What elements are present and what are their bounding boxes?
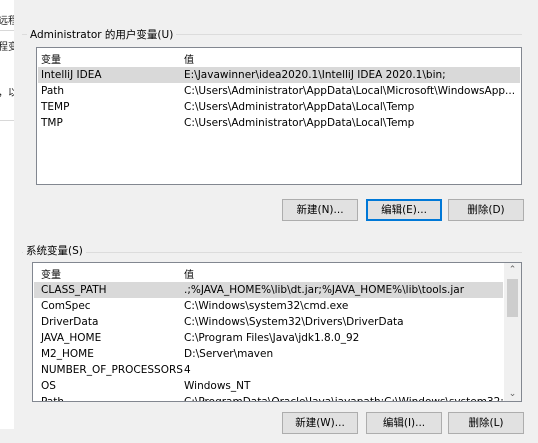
system-variable-row[interactable]: CLASS_PATH .;%JAVA_HOME%\lib\dt.jar;%JAV… xyxy=(34,282,503,298)
system-delete-button[interactable]: 删除(L) xyxy=(448,412,524,434)
user-variable-row[interactable]: Path C:\Users\Administrator\AppData\Loca… xyxy=(38,83,520,99)
system-variable-row[interactable]: NUMBER_OF_PROCESSORS 4 xyxy=(34,362,503,378)
variable-value: E:\Javawinner\idea2020.1\IntelliJ IDEA 2… xyxy=(184,69,446,81)
variable-name: DriverData xyxy=(41,316,99,328)
scroll-up-icon[interactable]: ⌃ xyxy=(504,263,521,277)
variable-name: TEMP xyxy=(41,101,70,113)
environment-variables-dialog: Administrator 的用户变量(U) 变量 值 IntelliJ IDE… xyxy=(14,0,538,434)
variable-value: C:\Users\Administrator\AppData\Local\Tem… xyxy=(184,101,415,113)
system-variable-row[interactable]: M2_HOME D:\Server\maven xyxy=(34,346,503,362)
variable-value: C:\Program Files\Java\jdk1.8.0_92 xyxy=(184,332,360,344)
system-new-button[interactable]: 新建(W)... xyxy=(282,412,358,434)
system-variable-row[interactable]: DriverData C:\Windows\System32\Drivers\D… xyxy=(34,314,503,330)
variable-name: TMP xyxy=(41,117,63,129)
user-variables-header[interactable]: 变量 值 xyxy=(37,48,521,66)
variable-name: Path xyxy=(41,85,65,97)
variable-name: ComSpec xyxy=(41,300,91,312)
variable-value: C:\ProgramData\Oracle\Java\javapath;C:\W… xyxy=(184,396,503,402)
variable-name: NUMBER_OF_PROCESSORS xyxy=(41,364,183,376)
system-variable-row[interactable]: JAVA_HOME C:\Program Files\Java\jdk1.8.0… xyxy=(34,330,503,346)
user-variables-list[interactable]: 变量 值 IntelliJ IDEA E:\Javawinner\idea202… xyxy=(36,47,522,185)
variable-value: C:\Windows\system32\cmd.exe xyxy=(184,300,349,312)
variable-value: C:\Windows\System32\Drivers\DriverData xyxy=(184,316,404,328)
user-variable-row[interactable]: TEMP C:\Users\Administrator\AppData\Loca… xyxy=(38,99,520,115)
variable-value: Windows_NT xyxy=(184,380,251,392)
variable-name: M2_HOME xyxy=(41,348,94,360)
background-window: 远程 程变 ，以 xyxy=(0,0,18,429)
system-edit-button[interactable]: 编辑(I)... xyxy=(366,412,442,434)
user-variables-title: Administrator 的用户变量(U) xyxy=(27,27,177,42)
system-variables-title: 系统变量(S) xyxy=(23,243,86,258)
variable-name: Path xyxy=(41,396,65,402)
variable-value: C:\Users\Administrator\AppData\Local\Tem… xyxy=(184,117,415,129)
system-variable-row[interactable]: Path C:\ProgramData\Oracle\Java\javapath… xyxy=(34,394,503,402)
system-variable-row[interactable]: ComSpec C:\Windows\system32\cmd.exe xyxy=(34,298,503,314)
variable-value: C:\Users\Administrator\AppData\Local\Mic… xyxy=(184,85,516,97)
user-variable-row[interactable]: TMP C:\Users\Administrator\AppData\Local… xyxy=(38,115,520,131)
user-edit-button[interactable]: 编辑(E)... xyxy=(366,199,442,221)
variable-value: .;%JAVA_HOME%\lib\dt.jar;%JAVA_HOME%\lib… xyxy=(184,284,465,296)
vertical-scrollbar[interactable]: ⌃ ⌄ xyxy=(504,263,521,401)
variable-name: JAVA_HOME xyxy=(41,332,102,344)
background-divider xyxy=(0,120,14,121)
background-divider xyxy=(0,30,14,31)
column-header-name[interactable]: 变量 xyxy=(41,51,61,66)
user-new-button[interactable]: 新建(N)... xyxy=(282,199,358,221)
variable-name: IntelliJ IDEA xyxy=(41,69,102,81)
variable-value: D:\Server\maven xyxy=(184,348,274,360)
column-header-value[interactable]: 值 xyxy=(184,266,194,281)
system-variable-row[interactable]: OS Windows_NT xyxy=(34,378,503,394)
variable-name: OS xyxy=(41,380,56,392)
system-variables-list[interactable]: 变量 值 CLASS_PATH .;%JAVA_HOME%\lib\dt.jar… xyxy=(32,262,522,402)
column-header-value[interactable]: 值 xyxy=(184,51,194,66)
variable-value: 4 xyxy=(184,364,191,376)
scroll-down-icon[interactable]: ⌄ xyxy=(504,387,521,401)
variable-name: CLASS_PATH xyxy=(41,284,107,296)
column-header-name[interactable]: 变量 xyxy=(41,266,61,281)
scroll-thumb[interactable] xyxy=(507,279,518,317)
system-variables-header[interactable]: 变量 值 xyxy=(33,263,521,281)
user-variable-row[interactable]: IntelliJ IDEA E:\Javawinner\idea2020.1\I… xyxy=(38,67,520,83)
user-delete-button[interactable]: 删除(D) xyxy=(448,199,524,221)
